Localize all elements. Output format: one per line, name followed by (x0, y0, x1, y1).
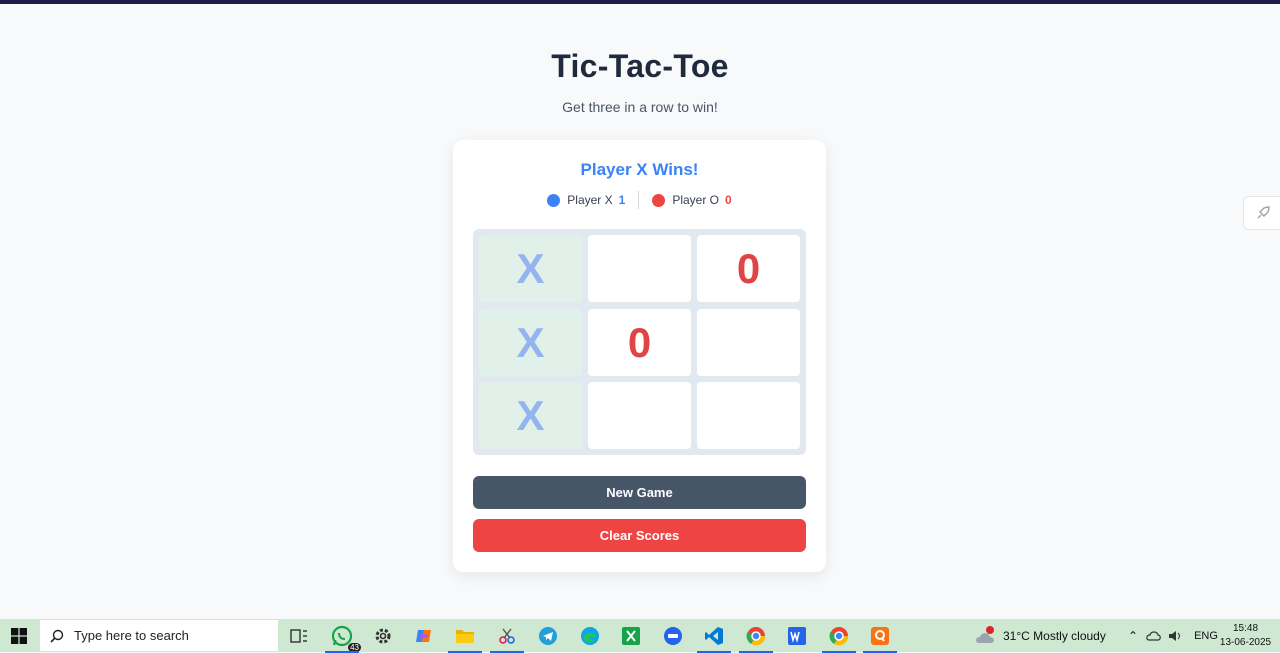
board-cell[interactable]: 0 (697, 235, 800, 302)
cloudy-weather-icon (976, 625, 994, 643)
search-placeholder: Type here to search (74, 628, 189, 643)
taskbar-clock[interactable]: 15:48 13-06-2025 (1218, 622, 1273, 650)
player-o-label: Player O (672, 193, 720, 207)
start-button[interactable] (0, 619, 38, 652)
qbittorrent-icon[interactable] (863, 623, 897, 653)
search-icon (50, 629, 64, 643)
page-subtitle: Get three in a row to win! (562, 99, 718, 115)
player-o-dot-icon (652, 193, 666, 207)
game-status: Player X Wins! (580, 160, 699, 179)
page-header: Tic-Tac-Toe Get three in a row to win! (0, 48, 1280, 115)
file-explorer-icon[interactable] (448, 623, 482, 653)
chrome-icon[interactable] (822, 623, 856, 653)
clock-time: 15:48 (1232, 623, 1259, 634)
side-extension-tab[interactable] (1243, 196, 1280, 230)
volume-icon[interactable] (1168, 630, 1184, 642)
rocket-icon (1257, 206, 1270, 219)
board-cell[interactable]: X (479, 235, 582, 302)
windows-logo-icon (11, 627, 27, 644)
board-cell[interactable]: 0 (588, 309, 691, 376)
board-cell[interactable]: X (479, 309, 582, 376)
whatsapp-icon[interactable]: 43 (325, 623, 361, 653)
onedrive-icon[interactable] (1146, 630, 1162, 642)
player-o-score: 0 (725, 193, 732, 207)
settings-icon[interactable] (370, 623, 396, 649)
clear-scores-button[interactable]: Clear Scores (473, 519, 806, 552)
score-player-x: Player X 1 (547, 193, 625, 207)
weather-widget[interactable]: 31°C Mostly cloudy (975, 619, 1106, 652)
excel-icon[interactable] (618, 623, 644, 649)
copilot-icon[interactable] (411, 623, 437, 649)
game-card: Player X Wins! Player X 1 Player O 0 X 0… (453, 140, 826, 572)
chrome-icon[interactable] (739, 623, 773, 653)
telegram-icon[interactable] (535, 623, 561, 649)
board-cell[interactable] (588, 382, 691, 449)
scoreboard: Player X 1 Player O 0 (453, 191, 826, 209)
player-x-dot-icon (547, 193, 561, 207)
page-title: Tic-Tac-Toe (551, 48, 729, 84)
score-player-o: Player O 0 (652, 193, 732, 207)
vscode-icon[interactable] (697, 623, 731, 653)
weather-text: 31°C Mostly cloudy (1003, 628, 1106, 643)
game-board: X 0 X 0 X (473, 229, 806, 455)
edge-icon[interactable] (577, 623, 603, 649)
chevron-up-icon[interactable]: ⌃ (1128, 629, 1138, 643)
clock-date: 13-06-2025 (1219, 637, 1272, 648)
windows-taskbar: Type here to search 43 31°C Mostly cloud… (0, 619, 1280, 653)
snipping-tool-icon[interactable] (490, 623, 524, 653)
player-x-score: 1 (618, 193, 626, 207)
language-indicator[interactable]: ENG (1194, 630, 1218, 642)
system-tray: ⌃ ENG (1128, 619, 1218, 652)
player-x-label: Player X (567, 193, 613, 207)
board-cell[interactable] (697, 382, 800, 449)
score-divider (638, 191, 640, 209)
taskbar-search-box[interactable]: Type here to search (40, 620, 278, 651)
board-cell[interactable] (697, 309, 800, 376)
zoom-icon[interactable] (660, 623, 686, 649)
browser-top-strip (0, 0, 1280, 4)
word-icon[interactable] (784, 623, 810, 649)
board-cell[interactable]: X (479, 382, 582, 449)
new-game-button[interactable]: New Game (473, 476, 806, 509)
board-cell[interactable] (588, 235, 691, 302)
task-view-icon[interactable] (286, 623, 312, 649)
